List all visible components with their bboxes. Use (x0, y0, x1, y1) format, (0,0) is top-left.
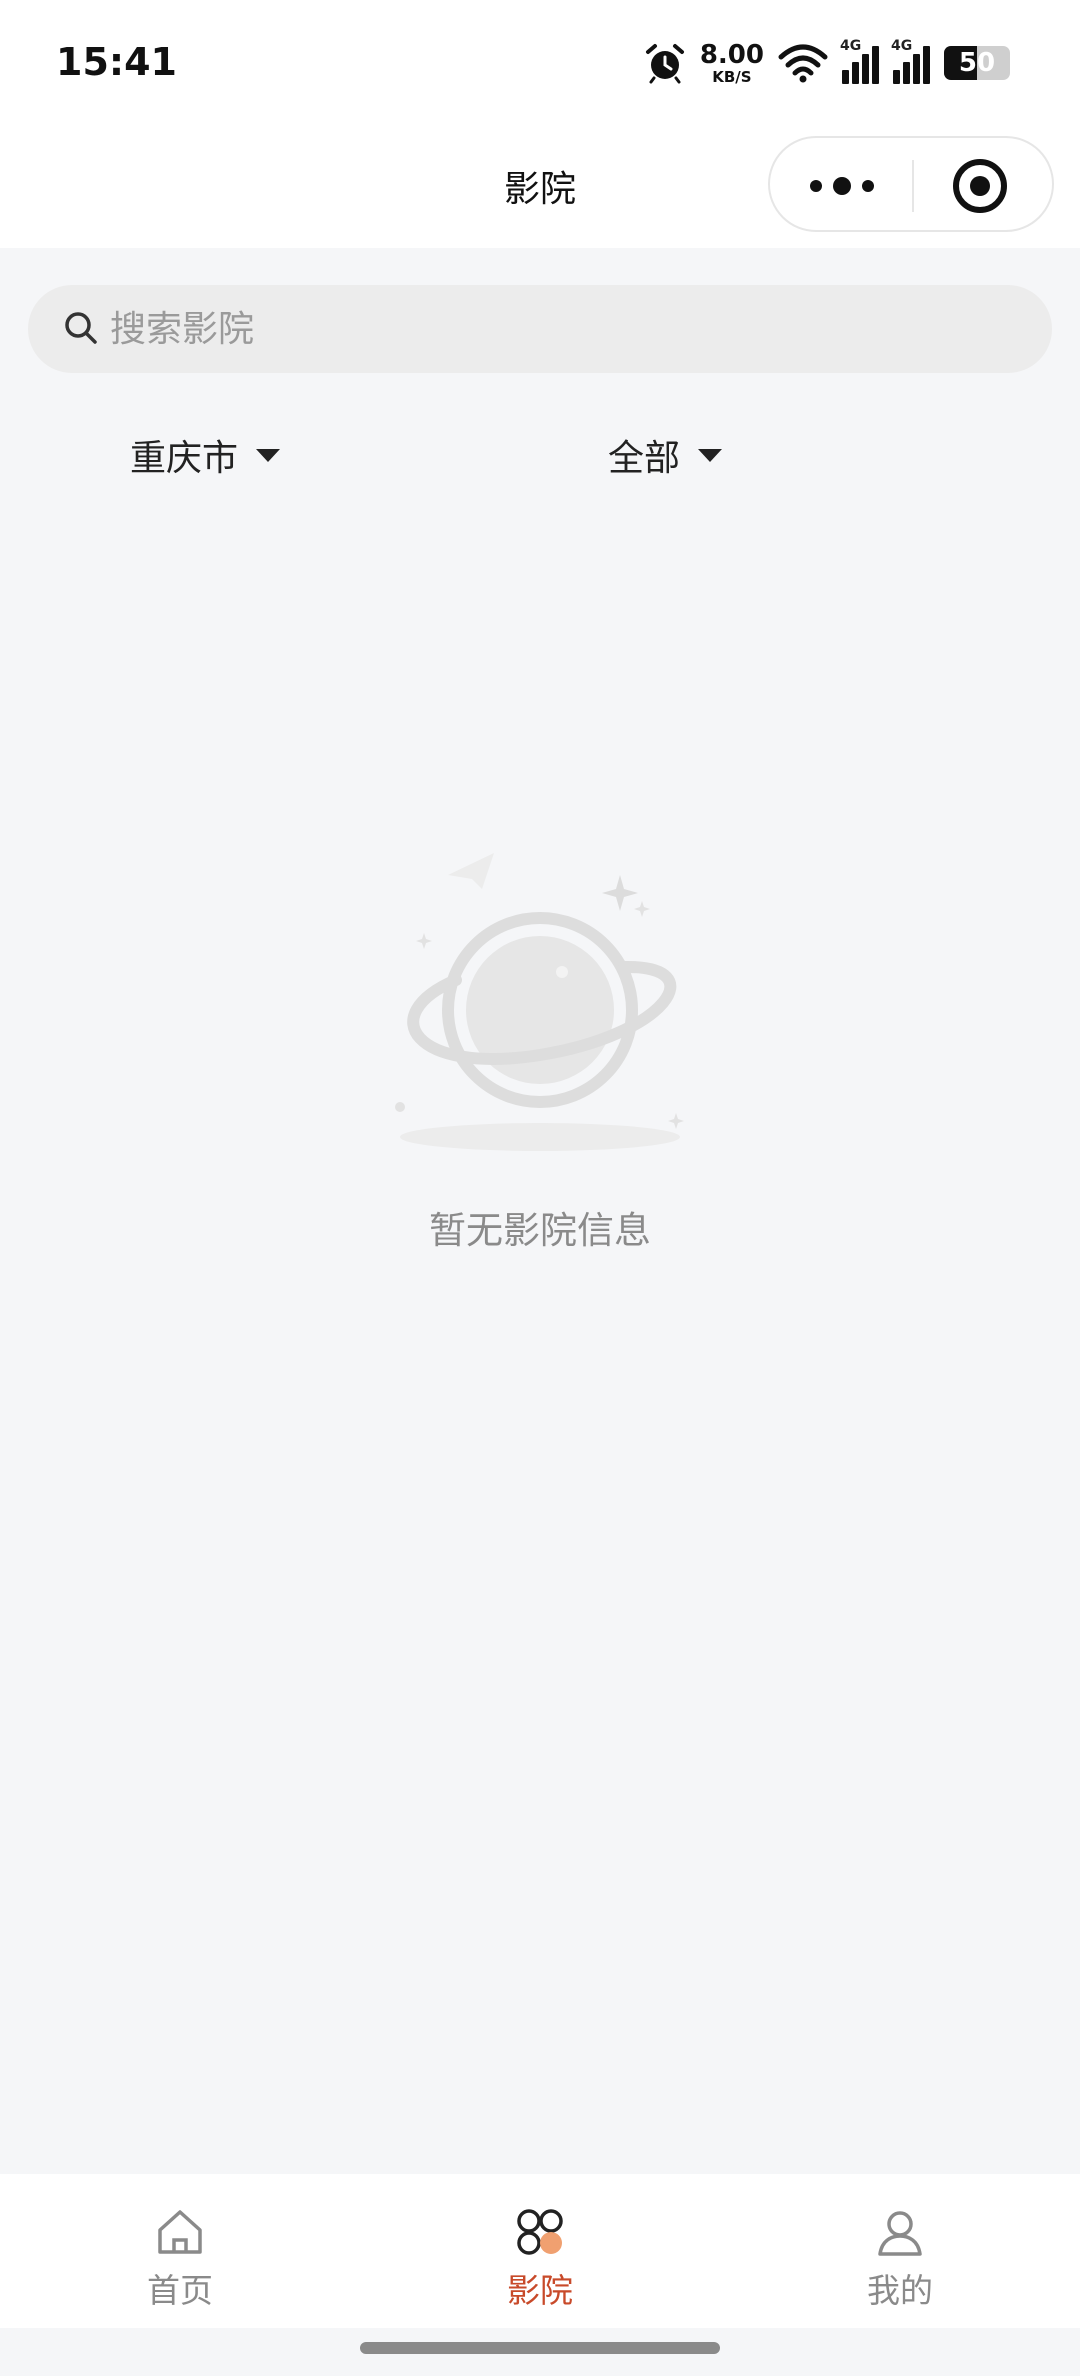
empty-message: 暂无影院信息 (429, 1209, 651, 1252)
close-target-icon[interactable] (950, 156, 1010, 216)
status-time: 15:41 (56, 40, 177, 84)
nav-bar: 影院 (0, 128, 1080, 248)
clover-icon (517, 2209, 563, 2255)
miniprogram-capsule (768, 136, 1054, 232)
tab-bar: 首页 影院 我的 (0, 2174, 1080, 2328)
tab-cinema-label: 影院 (507, 2271, 573, 2310)
net-speed-unit: KB/S (712, 67, 752, 86)
person-icon (878, 2211, 922, 2256)
category-filter[interactable]: 全部 (608, 425, 723, 485)
tab-mine[interactable]: 我的 (800, 2174, 1000, 2328)
tab-home[interactable]: 首页 (80, 2174, 280, 2328)
alarm-icon (645, 44, 684, 84)
battery-level: 50 (958, 48, 996, 78)
city-filter-label: 重庆市 (130, 438, 239, 479)
tab-mine-label: 我的 (867, 2271, 933, 2310)
chevron-down-icon (256, 448, 281, 462)
planet-icon (395, 853, 684, 1151)
home-icon (158, 2210, 202, 2254)
search-bar (28, 285, 1052, 373)
status-icons: 8.00 KB/S 4G 4G 50 (644, 38, 1010, 88)
search-input[interactable] (110, 285, 1010, 373)
signal-icon-1: 4G (840, 38, 879, 84)
category-filter-label: 全部 (608, 438, 681, 479)
home-indicator[interactable] (360, 2342, 720, 2354)
status-bar: 15:41 8.00 KB/S 4G 4G 50 (0, 0, 1080, 128)
battery-icon: 50 (944, 46, 1010, 80)
tab-cinema[interactable]: 影院 (440, 2174, 640, 2328)
more-dots-icon[interactable] (806, 162, 878, 210)
sim1-label: 4G (840, 38, 862, 54)
net-speed-value: 8.00 (699, 39, 764, 70)
search-icon (65, 312, 97, 344)
chevron-down-icon (698, 448, 723, 462)
tab-home-label: 首页 (147, 2271, 213, 2310)
signal-icon-2: 4G (891, 38, 930, 84)
net-speed: 8.00 KB/S (700, 42, 764, 85)
city-filter[interactable]: 重庆市 (130, 425, 281, 485)
sim2-label: 4G (891, 38, 913, 54)
wifi-icon (778, 44, 828, 83)
